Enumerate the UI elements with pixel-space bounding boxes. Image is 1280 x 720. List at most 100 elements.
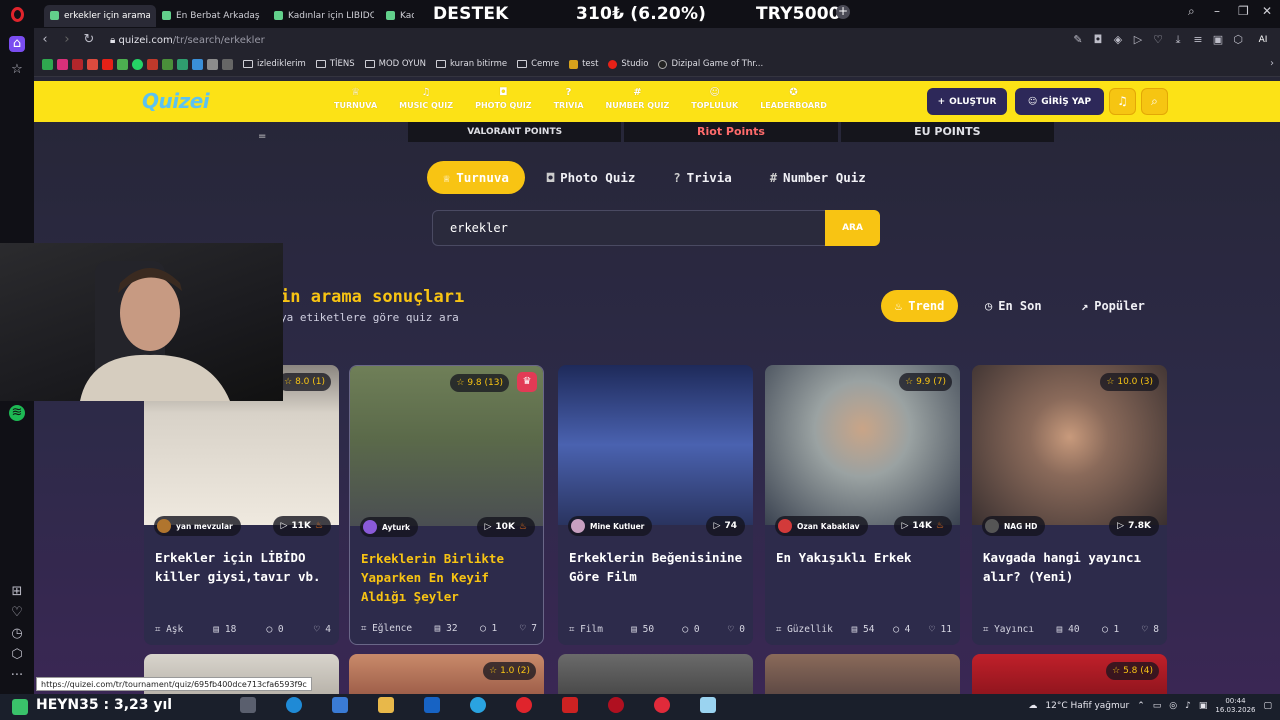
author-chip[interactable]: Mine Kutluer xyxy=(568,516,653,536)
app-icon[interactable] xyxy=(700,697,716,713)
star-icon[interactable]: ☆ xyxy=(9,62,25,78)
bookmark-folder[interactable]: Cemre xyxy=(517,59,559,69)
tab-photo-quiz[interactable]: ◘ Photo Quiz xyxy=(531,161,652,194)
edit-icon[interactable]: ✎ xyxy=(1072,34,1084,46)
volume-icon[interactable]: ♪ xyxy=(1185,701,1191,711)
bookmark-folder[interactable]: TİENS xyxy=(315,59,355,69)
extension-icon[interactable]: ▣ xyxy=(1212,34,1224,46)
heart-icon[interactable]: ♡ xyxy=(1152,34,1164,46)
bookmark-icon[interactable] xyxy=(117,58,128,70)
home-icon[interactable]: ⌂ xyxy=(9,36,25,52)
outlook-icon[interactable] xyxy=(424,697,440,713)
bookmark-icon[interactable] xyxy=(162,58,173,70)
author-chip[interactable]: Ozan Kabaklav xyxy=(775,516,868,536)
camera-icon[interactable]: ◘ xyxy=(1092,34,1104,46)
whatsapp-icon[interactable] xyxy=(132,58,143,70)
bookmark-icon[interactable] xyxy=(222,58,233,70)
menu-photo-quiz[interactable]: ◘ PHOTO QUIZ xyxy=(475,87,531,110)
bookmark-icon[interactable] xyxy=(207,58,218,70)
category-tag[interactable]: ⌗ Eğlence xyxy=(361,623,412,634)
ad-banner[interactable]: Riot Points xyxy=(624,122,838,142)
like-count[interactable]: ♡ 8 xyxy=(1142,624,1159,635)
quiz-title[interactable]: Erkeklerin Birlikte Yaparken En Keyif Al… xyxy=(361,549,539,606)
login-button[interactable]: ☺ GİRİŞ YAP xyxy=(1015,88,1104,115)
like-count[interactable]: ♡ 4 xyxy=(314,624,331,635)
quiz-card[interactable]: ☆ 9.9 (7) Ozan Kabaklav ▷ 14K ♨ En Yakışık… xyxy=(765,365,960,645)
author-chip[interactable]: NAG HD xyxy=(982,516,1046,536)
bookmark-link[interactable]: Dizipal Game of Thr... xyxy=(658,59,763,69)
tab-number-quiz[interactable]: # Number Quiz xyxy=(754,161,882,194)
gmail-icon[interactable] xyxy=(87,58,98,70)
author-chip[interactable]: yan mevzular xyxy=(154,516,241,536)
menu-turnuva[interactable]: ♕ TURNUVA xyxy=(334,87,377,110)
bookmarks-more-icon[interactable]: › xyxy=(1270,58,1274,69)
tab-search-icon[interactable]: ⌕ xyxy=(1188,4,1195,19)
search-button[interactable]: ⌕ xyxy=(1141,88,1168,115)
network-icon[interactable]: ◎ xyxy=(1169,701,1177,711)
spotify-icon[interactable]: ≋ xyxy=(9,405,25,421)
back-icon[interactable]: ‹ xyxy=(34,28,56,52)
ad-banner[interactable]: VALORANT POINTS xyxy=(408,122,622,142)
browser-tab[interactable]: erkekler için arama sonuç xyxy=(44,4,156,27)
search-submit-button[interactable]: ARA xyxy=(825,210,880,246)
windows-start-icon[interactable] xyxy=(12,699,28,715)
reload-icon[interactable]: ↻ xyxy=(78,28,100,52)
menu-number-quiz[interactable]: # NUMBER QUIZ xyxy=(606,87,670,110)
bookmark-link[interactable]: Studio xyxy=(608,59,648,69)
quiz-card[interactable] xyxy=(558,654,753,694)
play-icon[interactable]: ▷ xyxy=(1132,34,1144,46)
cube-icon[interactable]: ⬡ xyxy=(1232,34,1244,46)
menu-leaderboard[interactable]: ✪ LEADERBOARD xyxy=(760,87,827,110)
url-field[interactable]: 🔒︎ quizei.com/tr/search/erkekler xyxy=(110,35,265,46)
quiz-title[interactable]: En Yakışıklı Erkek xyxy=(776,548,954,567)
like-count[interactable]: ♡ 11 xyxy=(929,624,952,635)
maximize-icon[interactable]: ❐ xyxy=(1238,4,1249,18)
author-chip[interactable]: Ayturk xyxy=(360,517,419,537)
quiz-card[interactable]: ☆ 8.0 (1) yan mevzular ▷ 11K ♨ Erkekler iç… xyxy=(144,365,339,645)
app-icon[interactable] xyxy=(332,697,348,713)
category-tag[interactable]: ⌗ Film xyxy=(569,624,603,635)
sort-en-son[interactable]: ◷ En Son xyxy=(985,290,1042,322)
shield-icon[interactable]: ◈ xyxy=(1112,34,1124,46)
menu-music-quiz[interactable]: ♫ MUSIC QUIZ xyxy=(399,87,453,110)
instagram-icon[interactable] xyxy=(57,58,68,70)
category-tag[interactable]: ⌗ Aşk xyxy=(155,624,183,635)
search-input[interactable]: erkekler xyxy=(432,210,826,246)
close-icon[interactable]: ✕ xyxy=(1262,4,1272,18)
opera-logo-icon[interactable] xyxy=(0,0,34,28)
sort-trend[interactable]: ♨ Trend xyxy=(881,290,959,322)
quiz-card[interactable]: ☆ 9.8 (13) ♛ Ayturk ▷ 10K ♨ Erkeklerin Bir… xyxy=(349,365,544,645)
edge-icon[interactable] xyxy=(286,697,302,713)
youtube-icon[interactable] xyxy=(102,58,113,70)
bookmark-icon[interactable] xyxy=(177,58,188,70)
telegram-icon[interactable] xyxy=(470,697,486,713)
tab-trivia[interactable]: ? Trivia xyxy=(657,161,747,194)
opera-icon[interactable] xyxy=(516,697,532,713)
bookmark-folder[interactable]: kuran bitirme xyxy=(435,59,507,69)
tray-chevron-icon[interactable]: ⌃ xyxy=(1137,701,1145,711)
quiz-card[interactable]: ☆ 1.0 (2) xyxy=(349,654,544,694)
download-icon[interactable]: ⤓ xyxy=(1172,34,1184,46)
task-view-icon[interactable] xyxy=(240,697,256,713)
bookmark-link[interactable]: test xyxy=(569,59,598,69)
notification-icon[interactable]: ▢ xyxy=(1263,701,1272,711)
browser-tab[interactable]: Kadınım xyxy=(380,5,420,27)
sort-populer[interactable]: ↗ Popüler xyxy=(1081,290,1145,322)
menu-topluluk[interactable]: ☺ TOPLULUK xyxy=(691,87,738,110)
browser-tab[interactable]: Kadınlar için LİBİDO killer xyxy=(268,5,380,27)
menu-icon[interactable]: ≡ xyxy=(1192,34,1204,46)
category-tag[interactable]: ⌗ Yayıncı xyxy=(983,624,1034,635)
ai-button[interactable]: AI xyxy=(1252,34,1274,46)
more-icon[interactable]: ··· xyxy=(9,668,25,684)
tumblr-icon[interactable] xyxy=(147,58,158,70)
bookmark-folder[interactable]: MOD OYUN xyxy=(364,59,426,69)
ad-banner[interactable]: EU POINTS xyxy=(840,122,1054,142)
bookmark-icon[interactable] xyxy=(72,58,83,70)
menu-trivia[interactable]: ? TRIVIA xyxy=(554,87,584,110)
quiz-title[interactable]: Erkeklerin Beğenisinine Göre Film xyxy=(569,548,747,586)
forward-icon[interactable]: › xyxy=(56,28,78,52)
clock[interactable]: 00:44 16.03.2026 xyxy=(1215,697,1255,715)
app-icon[interactable] xyxy=(562,697,578,713)
minimize-icon[interactable]: – xyxy=(1214,4,1220,18)
create-button[interactable]: + OLUŞTUR xyxy=(927,88,1007,115)
